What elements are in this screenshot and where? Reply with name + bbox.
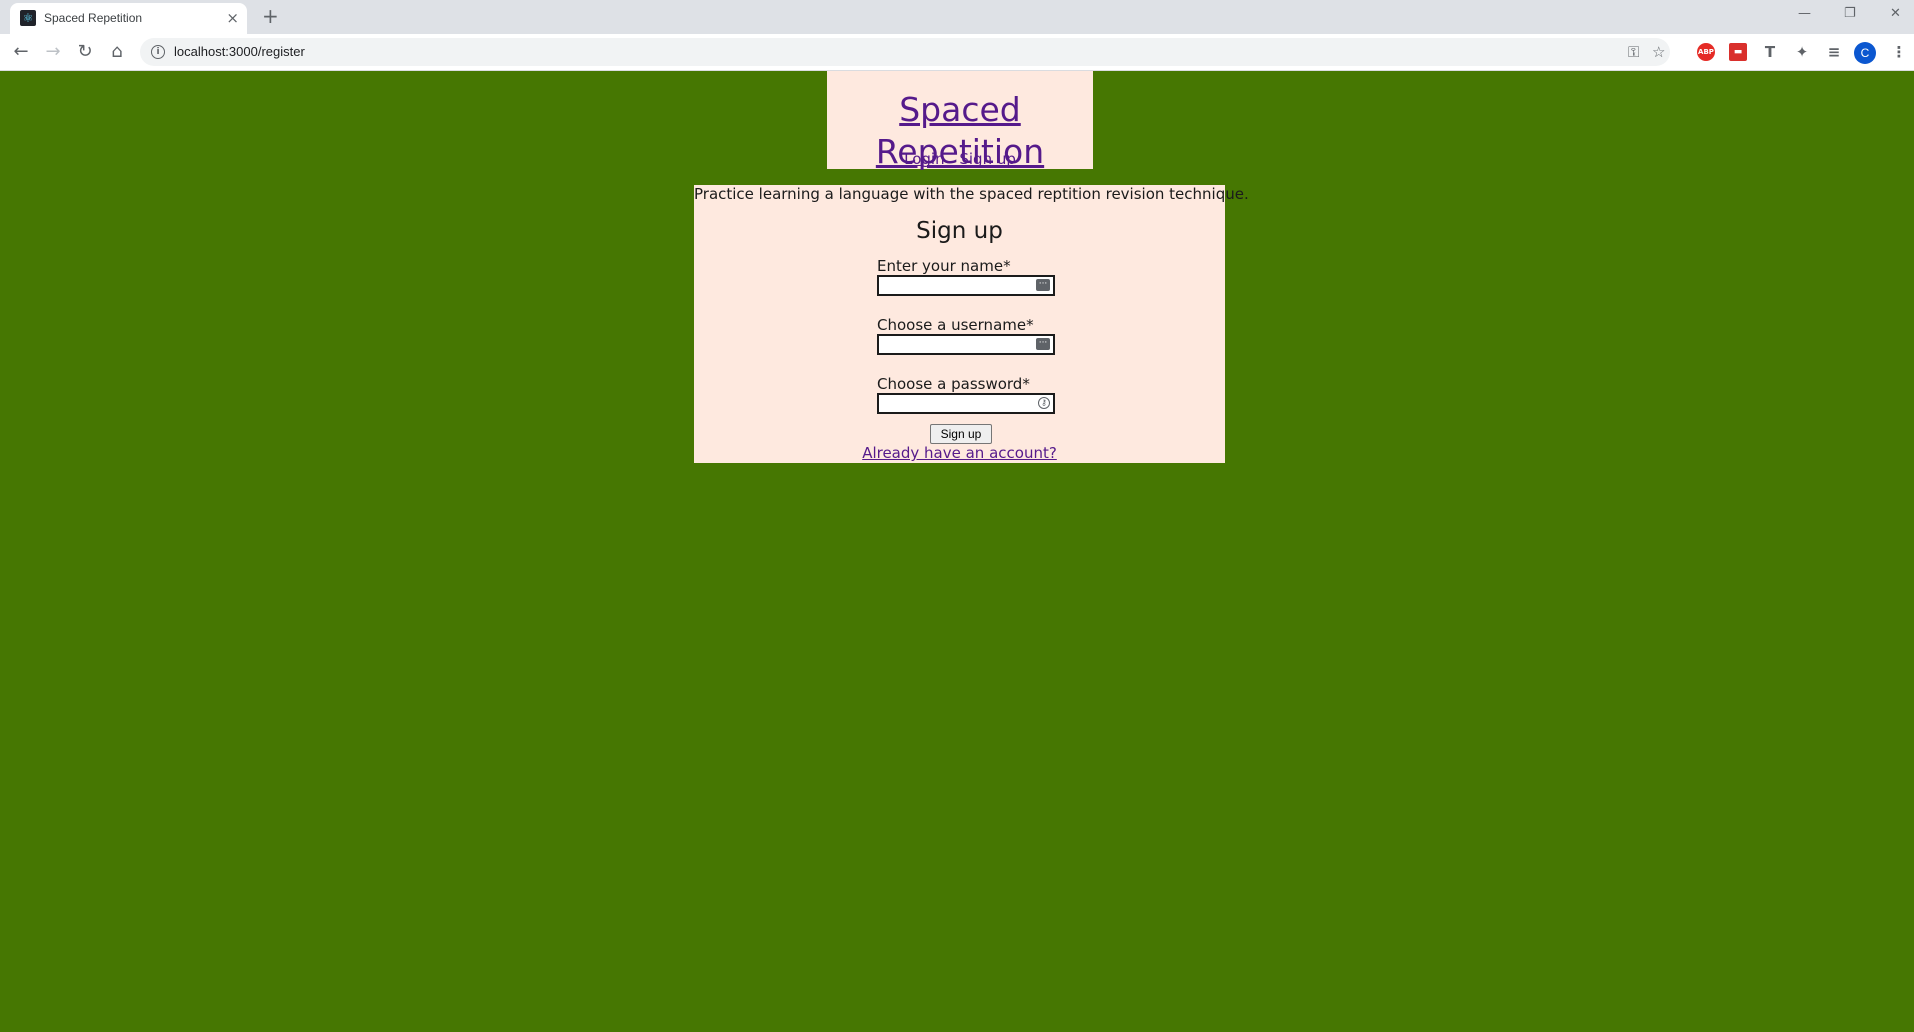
password-manager-key-icon[interactable]: ⚷	[1038, 397, 1050, 409]
signup-submit-button[interactable]: Sign up	[930, 424, 992, 444]
username-input[interactable]: ···	[877, 334, 1055, 355]
name-input[interactable]: ···	[877, 275, 1055, 296]
login-link-row: Already have an account?	[694, 444, 1225, 462]
browser-toolbar: ← → ↻ ⌂ i localhost:3000/register ⚿ ☆ AB…	[0, 34, 1914, 71]
header-nav: Login Sign up	[827, 150, 1093, 168]
forward-arrow-icon[interactable]: →	[42, 41, 64, 63]
form-title: Sign up	[916, 218, 1003, 244]
browser-tabstrip: ⚛ Spaced Repetition × + — ❐ ✕	[0, 0, 1914, 34]
adblock-icon[interactable]: ABP	[1697, 43, 1715, 61]
login-nav-link[interactable]: Login	[904, 150, 944, 168]
registration-panel: Practice learning a language with the sp…	[694, 185, 1249, 463]
url-text[interactable]: localhost:3000/register	[174, 44, 305, 59]
site-info-icon[interactable]: i	[151, 45, 165, 59]
home-icon[interactable]: ⌂	[106, 41, 128, 63]
minimize-icon[interactable]: —	[1798, 4, 1811, 24]
username-label: Choose a username*	[877, 316, 1034, 334]
media-queue-icon[interactable]: ≡	[1825, 43, 1843, 61]
site-header: Spaced Repetition Login Sign up	[827, 71, 1093, 171]
intro-text: Practice learning a language with the sp…	[694, 185, 1249, 203]
new-tab-button[interactable]: +	[262, 5, 279, 27]
signup-nav-link[interactable]: Sign up	[959, 150, 1016, 168]
address-bar[interactable]: i localhost:3000/register ⚿ ☆	[140, 38, 1670, 66]
restore-icon[interactable]: ❐	[1844, 4, 1856, 24]
already-have-account-link[interactable]: Already have an account?	[862, 444, 1057, 462]
password-label: Choose a password*	[877, 375, 1030, 393]
reload-icon[interactable]: ↻	[74, 41, 96, 63]
back-arrow-icon[interactable]: ←	[10, 41, 32, 63]
bookmark-star-icon[interactable]: ☆	[1652, 43, 1665, 61]
name-label: Enter your name*	[877, 257, 1011, 275]
extensions-puzzle-icon[interactable]: ✦	[1793, 43, 1811, 61]
tab-title: Spaced Repetition	[44, 11, 143, 25]
profile-avatar[interactable]: C	[1854, 42, 1876, 64]
react-favicon-icon: ⚛	[20, 10, 36, 26]
password-input[interactable]: ⚷	[877, 393, 1055, 414]
extension-red-icon[interactable]: ▬	[1729, 43, 1747, 61]
browser-tab[interactable]: ⚛ Spaced Repetition ×	[10, 3, 247, 34]
tab-close-icon[interactable]: ×	[226, 9, 239, 27]
autofill-icon[interactable]: ···	[1036, 279, 1050, 291]
browser-menu-icon[interactable]: ⋮	[1890, 43, 1908, 61]
close-window-icon[interactable]: ✕	[1890, 4, 1901, 24]
password-key-icon[interactable]: ⚿	[1628, 43, 1639, 61]
extension-t-icon[interactable]: T	[1761, 43, 1779, 61]
autofill-icon[interactable]: ···	[1036, 338, 1050, 350]
